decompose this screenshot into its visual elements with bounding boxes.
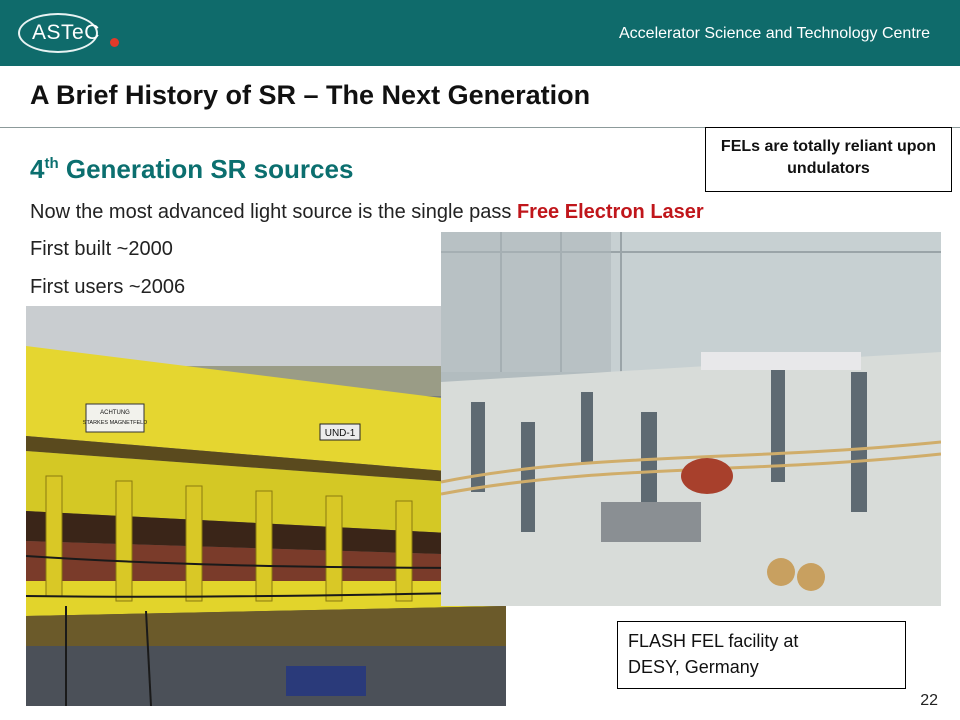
caption-line-2: DESY, Germany — [628, 657, 759, 677]
header-banner: ASTeC Accelerator Science and Technology… — [0, 0, 960, 66]
logo-dot-icon — [110, 38, 119, 47]
subheading-number: 4 — [30, 154, 45, 184]
undulator-illustration: ACHTUNG STARKES MAGNETFELD UND-1 — [26, 306, 506, 706]
fel-note-box: FELs are totally reliant upon undulators — [705, 127, 952, 192]
slide-title: A Brief History of SR – The Next Generat… — [30, 80, 591, 110]
bullet-line-fel: Now the most advanced light source is th… — [30, 201, 704, 224]
bullet-line-first-users: First users ~2006 — [30, 276, 186, 298]
page-number: 22 — [920, 692, 938, 709]
astec-logo: ASTeC — [18, 13, 119, 53]
flash-facility-photo — [441, 232, 941, 606]
subheading-suffix: th — [44, 155, 59, 172]
undulator-photo: ACHTUNG STARKES MAGNETFELD UND-1 — [26, 306, 506, 706]
fel-highlight: Free Electron Laser — [516, 201, 704, 223]
subheading-text: Generation SR sources — [58, 154, 354, 184]
bullet-line-first-built: First built ~2000 — [30, 238, 173, 260]
bullet-line-fel-text: Now the most advanced light source is th… — [30, 201, 517, 223]
organisation-name: Accelerator Science and Technology Centr… — [619, 25, 930, 42]
sign-text-line2: STARKES MAGNETFELD — [83, 420, 147, 426]
sign-text-line1: ACHTUNG — [100, 410, 130, 416]
subheading: 4th Generation SR sources — [30, 154, 353, 185]
photo-caption: FLASH FEL facility at DESY, Germany — [617, 621, 906, 689]
facility-illustration — [441, 232, 941, 606]
caption-line-1: FLASH FEL facility at — [628, 631, 799, 651]
und-label: UND-1 — [325, 428, 356, 439]
logo-text: ASTeC — [32, 21, 100, 44]
